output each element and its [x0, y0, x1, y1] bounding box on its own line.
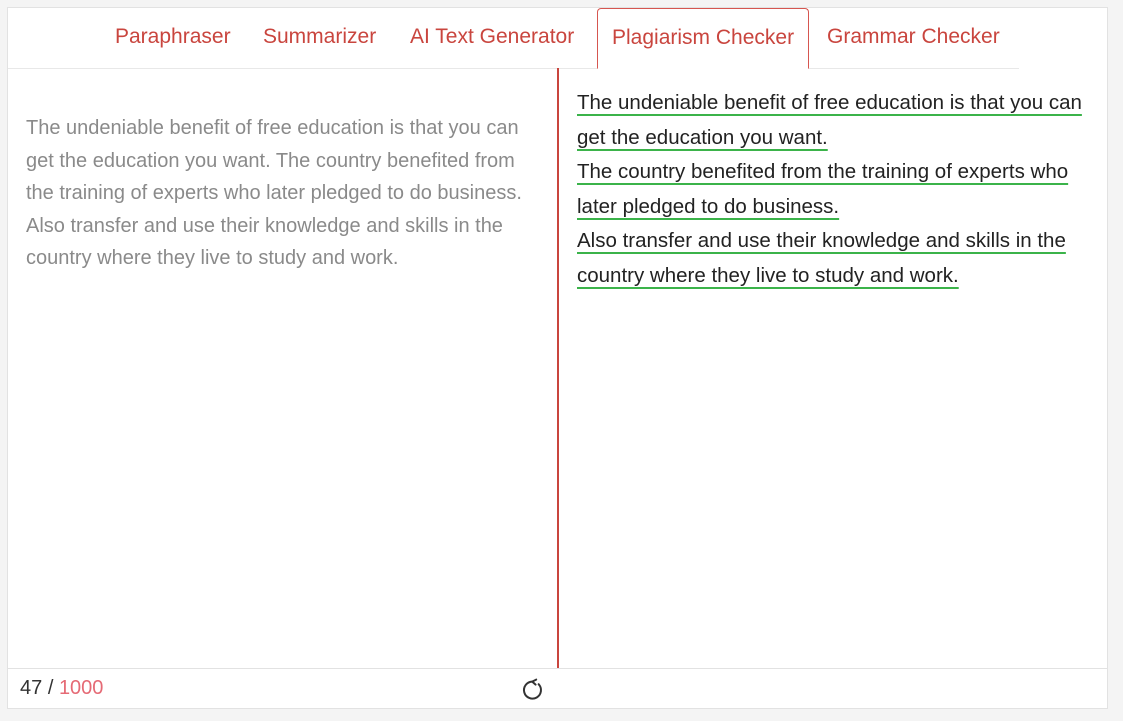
word-count-separator: /	[47, 677, 54, 699]
footer-bar: 47 / 1000	[8, 668, 1107, 708]
tab-plagiarism-checker[interactable]: Plagiarism Checker	[597, 8, 810, 69]
result-pane: The undeniable benefit of free education…	[559, 68, 1107, 668]
word-count-max: 1000	[58, 677, 104, 699]
input-text[interactable]: The undeniable benefit of free education…	[26, 112, 546, 275]
tab-paraphraser[interactable]: Paraphraser	[115, 8, 231, 68]
refresh-icon-graphic	[523, 678, 542, 700]
tab-bar: Paraphraser Summarizer AI Text Generator…	[8, 8, 1019, 69]
plagiarism-checker-widget: Paraphraser Summarizer AI Text Generator…	[7, 7, 1108, 709]
input-pane[interactable]: The undeniable benefit of free education…	[8, 68, 558, 668]
refresh-icon[interactable]	[520, 677, 546, 703]
tab-grammar-checker[interactable]: Grammar Checker	[827, 8, 1000, 68]
result-sentence[interactable]: The country benefited from the training …	[577, 160, 1068, 218]
result-text: The undeniable benefit of free education…	[577, 86, 1092, 293]
result-sentence[interactable]: Also transfer and use their knowledge an…	[577, 229, 1066, 287]
word-count: 47 / 1000	[20, 669, 103, 709]
word-count-current: 47	[20, 677, 43, 699]
tab-ai-text-generator[interactable]: AI Text Generator	[410, 8, 574, 68]
tab-summarizer[interactable]: Summarizer	[263, 8, 376, 68]
result-sentence[interactable]: The undeniable benefit of free education…	[577, 91, 1082, 149]
